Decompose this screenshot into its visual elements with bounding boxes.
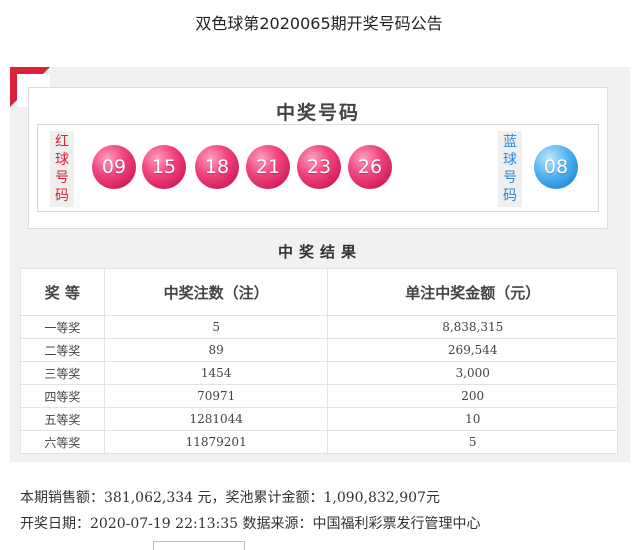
prize-level: 三等奖 (20, 361, 105, 385)
red-ball-4: 21 (246, 145, 290, 189)
header-count: 中奖注数（注） (103, 268, 329, 316)
winner-count: 70971 (103, 384, 329, 408)
prize-amount: 10 (327, 407, 618, 431)
prize-level: 二等奖 (20, 338, 105, 362)
prize-amount: 8,838,315 (327, 315, 618, 339)
red-ball-3: 18 (195, 145, 239, 189)
red-ball-5: 23 (297, 145, 341, 189)
prize-level: 五等奖 (20, 407, 105, 431)
header-amount: 单注中奖金额（元） (327, 268, 618, 316)
winning-numbers-title: 中奖号码 (275, 102, 360, 124)
winner-count: 89 (103, 338, 329, 362)
prize-amount: 269,544 (327, 338, 618, 362)
prize-amount: 3,000 (327, 361, 618, 385)
winning-numbers-box: 中奖号码 红球号码 09 15 18 21 23 26 蓝球号码 08 (28, 87, 608, 229)
winner-count: 1281044 (103, 407, 329, 431)
blue-ball-label-text: 蓝球号码 (503, 134, 517, 204)
table-row: 二等奖 89 269,544 (20, 338, 618, 362)
results-title: 中奖结果 (277, 243, 362, 261)
red-ball-6: 26 (348, 145, 392, 189)
blue-ball-label: 蓝球号码 (498, 131, 522, 207)
table-header-row: 奖 等 中奖注数（注） 单注中奖金额（元） (20, 268, 618, 316)
blue-ball: 08 (534, 145, 578, 189)
table-row: 一等奖 5 8,838,315 (20, 315, 618, 339)
winner-count: 5 (103, 315, 329, 339)
lottery-panel: 中奖号码 红球号码 09 15 18 21 23 26 蓝球号码 08 中奖结果… (10, 67, 630, 462)
red-ball-2: 15 (142, 145, 186, 189)
prize-level: 一等奖 (20, 315, 105, 339)
red-ball-label-text: 红球号码 (55, 134, 69, 204)
page-title: 双色球第2020065期开奖号码公告 (195, 14, 443, 33)
prize-table: 奖 等 中奖注数（注） 单注中奖金额（元） 一等奖 5 8,838,315 二等… (20, 268, 618, 454)
prize-level: 六等奖 (20, 430, 105, 454)
table-row: 六等奖 11879201 5 (20, 430, 618, 454)
prize-level: 四等奖 (20, 384, 105, 408)
winner-count: 11879201 (103, 430, 329, 454)
sales-summary: 本期销售额：381,062,334 元，奖池累计金额：1,090,832,907… (20, 490, 440, 506)
prize-amount: 5 (327, 430, 618, 454)
draw-date-source: 开奖日期：2020-07-19 22:13:35 数据来源：中国福利彩票发行管理… (20, 516, 481, 532)
table-row: 五等奖 1281044 10 (20, 407, 618, 431)
table-row: 四等奖 70971 200 (20, 384, 618, 408)
red-ball-label: 红球号码 (50, 131, 74, 207)
header-level: 奖 等 (20, 268, 105, 316)
winner-count: 1454 (103, 361, 329, 385)
red-ball-1: 09 (92, 145, 136, 189)
prize-amount: 200 (327, 384, 618, 408)
balls-frame: 红球号码 09 15 18 21 23 26 蓝球号码 08 (37, 124, 599, 212)
table-row: 三等奖 1454 3,000 (20, 361, 618, 385)
